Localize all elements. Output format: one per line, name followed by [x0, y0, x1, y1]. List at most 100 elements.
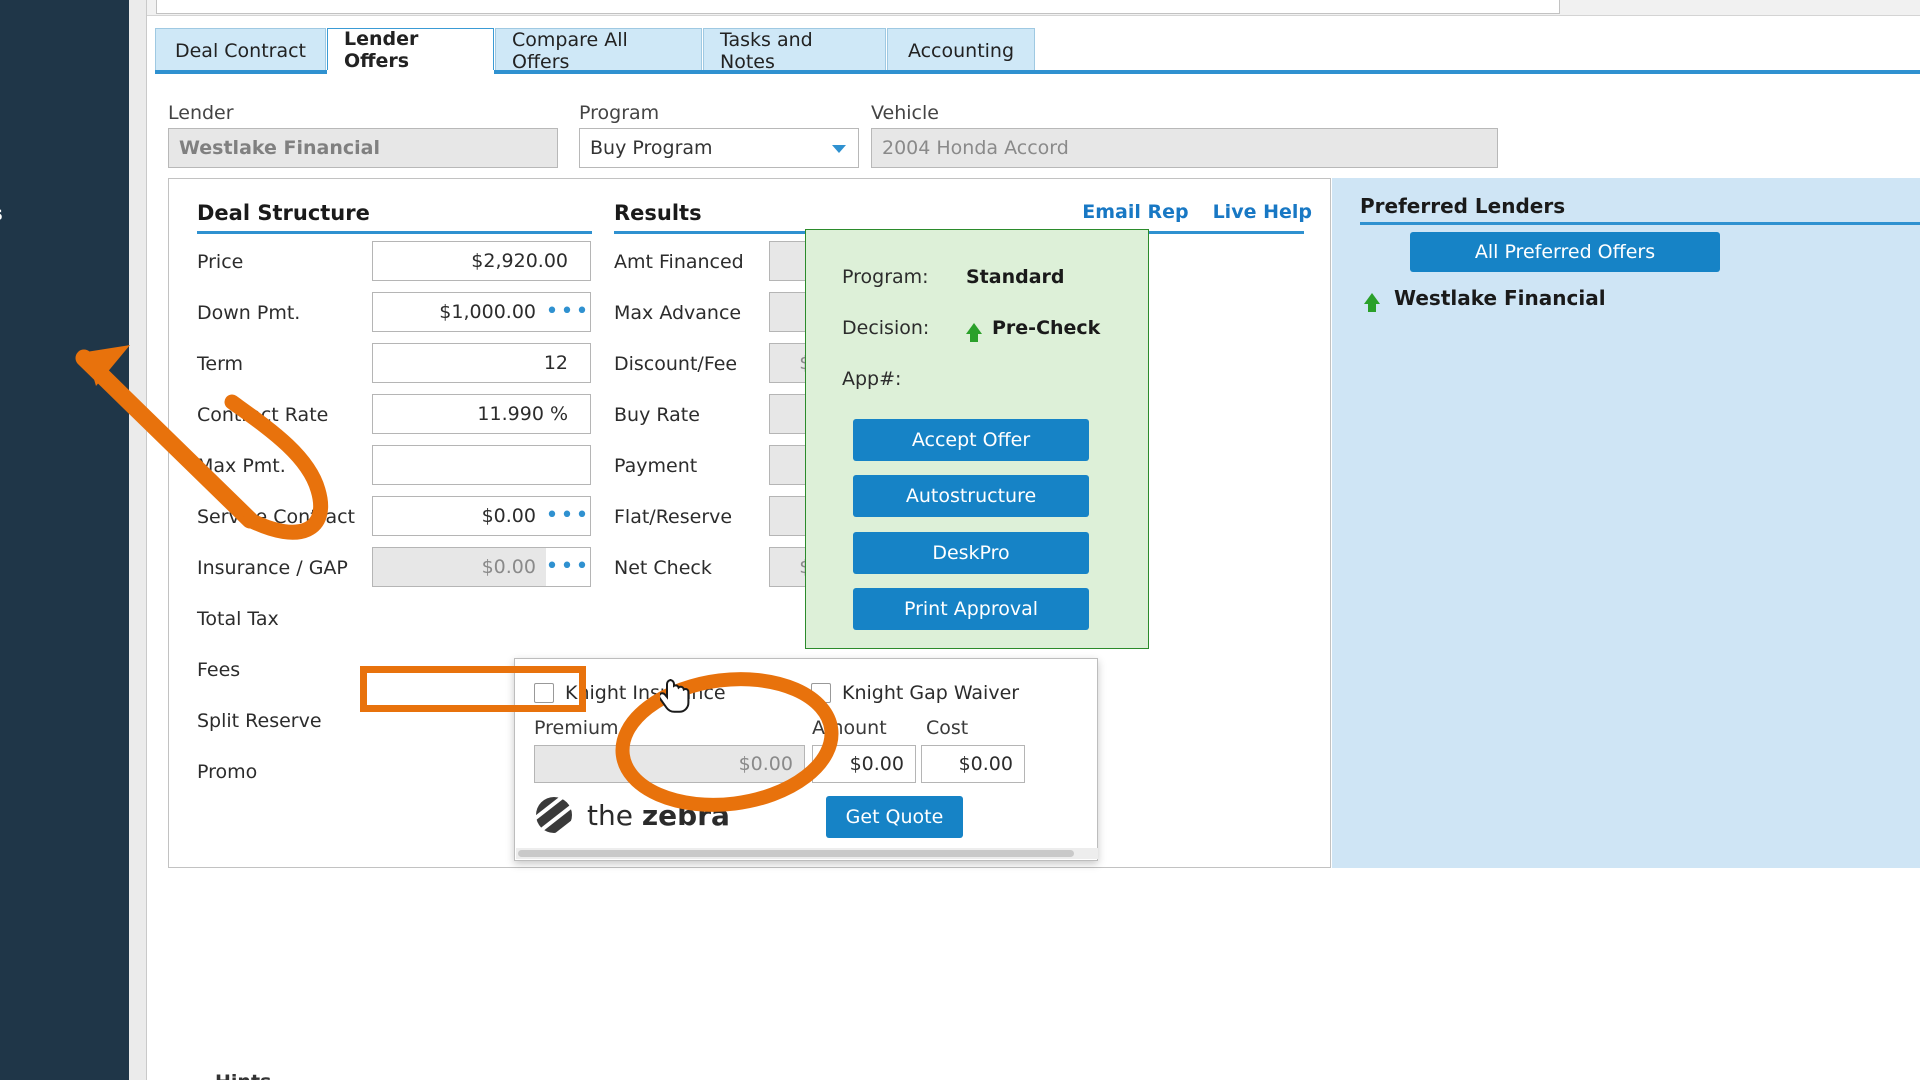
knight-gap-waiver-checkbox-row[interactable]: Knight Gap Waiver — [811, 682, 1019, 704]
input-service-contract-value: $0.00 — [481, 505, 536, 527]
input-down-pmt-value: $1,000.00 — [439, 301, 536, 323]
zebra-logo-icon — [536, 797, 572, 833]
lender-label: Lender — [168, 102, 234, 124]
row-label-term: Term — [197, 353, 244, 375]
results-links: Email Rep Live Help — [1082, 201, 1312, 223]
input-insurance-gap[interactable]: $0.00 ••• — [372, 547, 591, 587]
row-label-service-contract: Service Contract — [197, 506, 355, 528]
preferred-lender-label: Westlake Financial — [1394, 286, 1606, 310]
live-help-link[interactable]: Live Help — [1213, 201, 1312, 223]
decision-program-label: Program: — [842, 266, 929, 288]
row-label-down-pmt: Down Pmt. — [197, 302, 301, 324]
results-heading: Results — [614, 201, 702, 225]
vehicle-field: 2004 Honda Accord — [871, 128, 1498, 168]
input-max-pmt[interactable] — [372, 445, 591, 485]
cost-value: $0.00 — [958, 753, 1013, 775]
knight-gap-waiver-label: Knight Gap Waiver — [842, 682, 1020, 704]
sidebar-item-customer[interactable]: omer — [0, 118, 129, 140]
row-label-flat-reserve: Flat/Reserve — [614, 506, 733, 528]
row-label-split-reserve: Split Reserve — [197, 710, 322, 732]
cost-input[interactable]: $0.00 — [921, 745, 1025, 783]
input-price-value: $2,920.00 — [471, 250, 568, 272]
row-label-net-check: Net Check — [614, 557, 712, 579]
input-insurance-gap-value: $0.00 — [481, 556, 536, 578]
left-sidebar: omer nders — [0, 0, 129, 1080]
row-label-price: Price — [197, 251, 244, 273]
top-card — [156, 0, 1560, 14]
autostructure-button[interactable]: Autostructure — [853, 475, 1089, 517]
cost-label: Cost — [926, 717, 969, 739]
knight-insurance-label: Knight Insurance — [565, 682, 726, 704]
tab-tasks-and-notes[interactable]: Tasks and Notes — [703, 28, 886, 73]
program-select[interactable]: Buy Program — [579, 128, 859, 168]
the-zebra-branding: the zebra — [534, 795, 730, 835]
chevron-down-icon — [832, 145, 846, 153]
input-service-contract[interactable]: $0.00 ••• — [372, 496, 591, 536]
tab-compare-all-offers[interactable]: Compare All Offers — [495, 28, 702, 73]
program-label: Program — [579, 102, 660, 124]
down-pmt-more-icon[interactable]: ••• — [546, 293, 590, 331]
insurance-gap-popup: Knight Insurance Knight Gap Waiver Premi… — [514, 658, 1098, 861]
decision-app-label: App#: — [842, 368, 902, 390]
zebra-wordmark: the zebra — [587, 798, 730, 832]
input-contract-rate[interactable]: 11.990 % — [372, 394, 591, 434]
accept-offer-button[interactable]: Accept Offer — [853, 419, 1089, 461]
row-label-discount-fee: Discount/Fee — [614, 353, 738, 375]
row-label-max-pmt: Max Pmt. — [197, 455, 286, 477]
all-preferred-offers-button[interactable]: All Preferred Offers — [1410, 232, 1720, 272]
row-label-amt-financed: Amt Financed — [614, 251, 744, 273]
input-term[interactable]: 12 — [372, 343, 591, 383]
service-contract-more-icon[interactable]: ••• — [546, 497, 590, 535]
input-contract-rate-value: 11.990 % — [477, 403, 568, 425]
decision-value-wrap: Pre-Check — [966, 317, 1101, 342]
email-rep-link[interactable]: Email Rep — [1082, 201, 1188, 223]
lender-field: Westlake Financial — [168, 128, 558, 168]
preferred-lender-item-westlake[interactable]: Westlake Financial — [1364, 286, 1606, 312]
insurance-gap-more-icon[interactable]: ••• — [546, 548, 590, 586]
popup-scrollbar-thumb[interactable] — [518, 850, 1074, 857]
input-price[interactable]: $2,920.00 — [372, 241, 591, 281]
input-term-value: 12 — [543, 352, 568, 374]
decision-label: Decision: — [842, 317, 930, 339]
sidebar-item-lenders[interactable]: nders — [0, 203, 129, 225]
deskpro-button[interactable]: DeskPro — [853, 532, 1089, 574]
up-arrow-icon — [1364, 292, 1380, 312]
premium-value: $0.00 — [738, 753, 793, 775]
decision-panel: Program: Standard Decision: Pre-Check Ap… — [805, 229, 1149, 649]
sidebar-gutter — [129, 0, 147, 1080]
sidebar-item-lenders-label: nders — [0, 203, 129, 225]
row-label-buy-rate: Buy Rate — [614, 404, 700, 426]
hints-title: Hints — [215, 1071, 271, 1080]
sidebar-item-customer-label: omer — [0, 118, 129, 140]
row-label-fees: Fees — [197, 659, 241, 681]
preferred-lenders-rule — [1360, 222, 1920, 225]
premium-label: Premium — [534, 717, 619, 739]
popup-scrollbar[interactable] — [516, 848, 1098, 859]
page-body: Deal Contract Lender Offers Compare All … — [147, 0, 1920, 1080]
row-label-payment: Payment — [614, 455, 698, 477]
row-label-insurance-gap: Insurance / GAP — [197, 557, 348, 579]
mouse-cursor-hand-icon — [660, 679, 690, 713]
deal-header-row: Lender Westlake Financial Program Buy Pr… — [168, 102, 1498, 172]
row-label-max-advance: Max Advance — [614, 302, 742, 324]
tab-accounting[interactable]: Accounting — [887, 28, 1035, 72]
deal-structure-heading: Deal Structure — [197, 201, 370, 225]
up-arrow-icon — [966, 322, 982, 342]
preferred-lenders-panel: Preferred Lenders All Preferred Offers W… — [1332, 178, 1920, 868]
tab-deal-contract[interactable]: Deal Contract — [155, 28, 326, 72]
decision-value: Pre-Check — [992, 317, 1101, 339]
checkbox-icon[interactable] — [534, 683, 554, 703]
row-label-promo: Promo — [197, 761, 258, 783]
input-down-pmt[interactable]: $1,000.00 ••• — [372, 292, 591, 332]
decision-program-value: Standard — [966, 266, 1065, 288]
tab-active-gap — [327, 70, 494, 75]
print-approval-button[interactable]: Print Approval — [853, 588, 1089, 630]
row-label-contract-rate: Contract Rate — [197, 404, 329, 426]
checkbox-icon[interactable] — [811, 683, 831, 703]
amount-input[interactable]: $0.00 — [812, 745, 916, 783]
amount-value: $0.00 — [849, 753, 904, 775]
tab-lender-offers[interactable]: Lender Offers — [327, 28, 494, 72]
get-quote-button[interactable]: Get Quote — [826, 796, 963, 838]
knight-insurance-checkbox-row[interactable]: Knight Insurance — [534, 682, 726, 704]
premium-input: $0.00 — [534, 745, 805, 783]
